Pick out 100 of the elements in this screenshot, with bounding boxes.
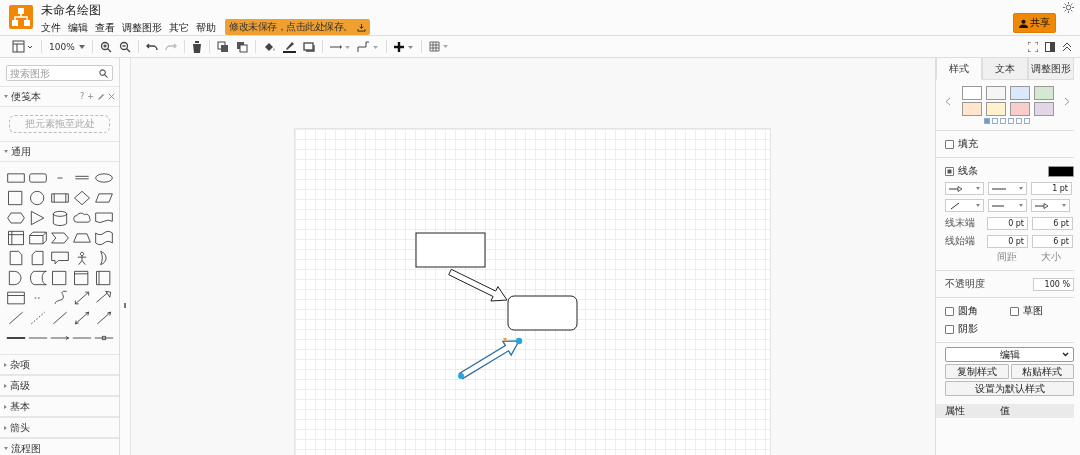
menu-item[interactable]: 编辑 [68, 20, 88, 34]
section-header[interactable]: 便笺本 ? + [0, 86, 119, 107]
shape-icon[interactable] [27, 230, 48, 246]
size-field[interactable]: 6 pt [1032, 234, 1073, 248]
theme-icon[interactable] [1063, 2, 1074, 13]
shape-icon[interactable] [49, 230, 70, 246]
style-swatch[interactable] [1009, 102, 1030, 116]
table-icon[interactable] [428, 41, 449, 52]
style-swatch[interactable] [961, 102, 982, 116]
line-color-icon[interactable] [282, 40, 296, 53]
format-panel-icon[interactable] [1045, 41, 1055, 52]
shape-icon[interactable] [71, 210, 92, 226]
panel-tab[interactable]: 样式 [936, 58, 982, 80]
shape-icon[interactable] [27, 170, 48, 186]
style-swatch[interactable] [1009, 86, 1030, 100]
checkbox[interactable] [1009, 306, 1019, 316]
shape-icon[interactable] [49, 250, 70, 266]
shape-icon[interactable] [5, 290, 26, 306]
to-front-icon[interactable] [216, 40, 229, 53]
pattern-dropdown[interactable] [945, 182, 984, 195]
style-swatch[interactable] [961, 86, 982, 100]
spacing-field[interactable]: 0 pt [987, 216, 1028, 230]
shape-icon[interactable] [5, 210, 26, 226]
previous-icon[interactable] [945, 96, 951, 106]
option-label: 阴影 [958, 322, 978, 336]
line-start-label: 线始端 [945, 234, 976, 248]
edit-icon[interactable] [97, 92, 105, 101]
save-notice-button[interactable]: 修改未保存，点击此处保存。 [225, 19, 370, 35]
copy-style-button[interactable]: 复制样式 [945, 364, 1009, 379]
shape-icon[interactable] [93, 190, 114, 206]
connection-dropdown-icon[interactable] [329, 42, 350, 51]
shape-icon[interactable] [49, 190, 70, 206]
collapse-icon[interactable] [1062, 41, 1072, 52]
arrow-line-icon [949, 185, 963, 192]
section-header[interactable]: 杂项 [0, 354, 119, 375]
line-style-dropdown[interactable] [988, 182, 1027, 195]
waypoints-dropdown[interactable] [945, 199, 984, 212]
edit-dropdown[interactable]: 编辑 [945, 347, 1074, 362]
shape-icon[interactable] [93, 210, 114, 226]
menu-item[interactable]: 帮助 [196, 20, 216, 34]
opacity-field[interactable]: 100 % [1033, 277, 1074, 291]
section-header[interactable]: 高级 [0, 375, 119, 396]
hollow-arrow-shape[interactable] [448, 268, 508, 302]
menu-item[interactable]: 文件 [41, 20, 61, 34]
waypoint-dropdown-icon[interactable] [356, 40, 379, 53]
splitter-handle[interactable] [124, 303, 126, 308]
fullscreen-icon[interactable] [1028, 41, 1038, 52]
layout-icon[interactable] [12, 39, 34, 54]
style-swatch[interactable] [1033, 102, 1054, 116]
shape-icon[interactable] [93, 230, 114, 246]
line-end-label: 线末端 [945, 216, 976, 230]
selected-arrow-shape[interactable] [458, 337, 523, 380]
shape-icon[interactable] [71, 230, 92, 246]
line-width-field[interactable]: 1 pt [1031, 182, 1072, 195]
zoom-out-icon[interactable] [118, 40, 131, 53]
document-title[interactable]: 未命名绘图 [41, 3, 370, 18]
shape-icon[interactable] [71, 190, 92, 206]
next-icon[interactable] [1064, 96, 1070, 106]
style-swatch[interactable] [985, 102, 1006, 116]
line-color-swatch[interactable] [1048, 165, 1074, 177]
shape-icon[interactable] [93, 170, 114, 186]
share-button[interactable]: 共享 [1013, 13, 1056, 33]
section-title: 箭头 [10, 420, 30, 435]
checkbox[interactable] [945, 306, 954, 316]
section-header[interactable]: 箭头 [0, 417, 119, 438]
panel-tab[interactable]: 文本 [982, 58, 1028, 80]
size-field[interactable]: 6 pt [1032, 216, 1073, 230]
search-field[interactable]: 搜索图形 [6, 65, 113, 81]
paste-style-button[interactable]: 粘贴样式 [1010, 364, 1074, 379]
user-icon [1019, 18, 1028, 28]
to-back-icon[interactable] [235, 40, 248, 53]
spacing-field[interactable]: 0 pt [987, 234, 1028, 248]
trash-icon[interactable] [191, 40, 202, 53]
checkbox[interactable] [945, 324, 954, 334]
insert-icon[interactable] [393, 40, 414, 53]
style-swatch[interactable] [1033, 86, 1054, 100]
close-icon[interactable] [108, 93, 115, 100]
menu-item[interactable]: 查看 [95, 20, 115, 34]
line-end-dropdown[interactable] [1031, 199, 1070, 212]
section-header[interactable]: 基本 [0, 396, 119, 417]
shadow-icon[interactable] [302, 41, 315, 52]
menu-item[interactable]: 调整图形 [122, 20, 162, 34]
shape-icon[interactable] [27, 270, 48, 286]
set-default-style-button[interactable]: 设置为默认样式 [945, 381, 1074, 396]
checkbox[interactable] [945, 166, 954, 176]
section-header[interactable]: 流程图 [0, 438, 119, 455]
column-header: 属性 [945, 404, 966, 418]
zoom-dropdown[interactable]: 100% [49, 41, 85, 52]
section-header[interactable]: 通用 [0, 141, 119, 162]
menu-item[interactable]: 其它 [169, 20, 189, 34]
undo-icon[interactable] [145, 41, 158, 52]
style-swatch[interactable] [985, 86, 1006, 100]
scratchpad-action[interactable]: ? [80, 92, 85, 101]
checkbox[interactable] [945, 139, 954, 149]
scratchpad-action[interactable]: + [87, 92, 94, 101]
line-start-dropdown[interactable] [988, 199, 1027, 212]
shape-icon[interactable] [5, 170, 26, 186]
panel-tab[interactable]: 调整图形 [1028, 58, 1074, 80]
shape-icon[interactable] [5, 230, 26, 246]
zoom-in-icon[interactable] [99, 40, 112, 53]
